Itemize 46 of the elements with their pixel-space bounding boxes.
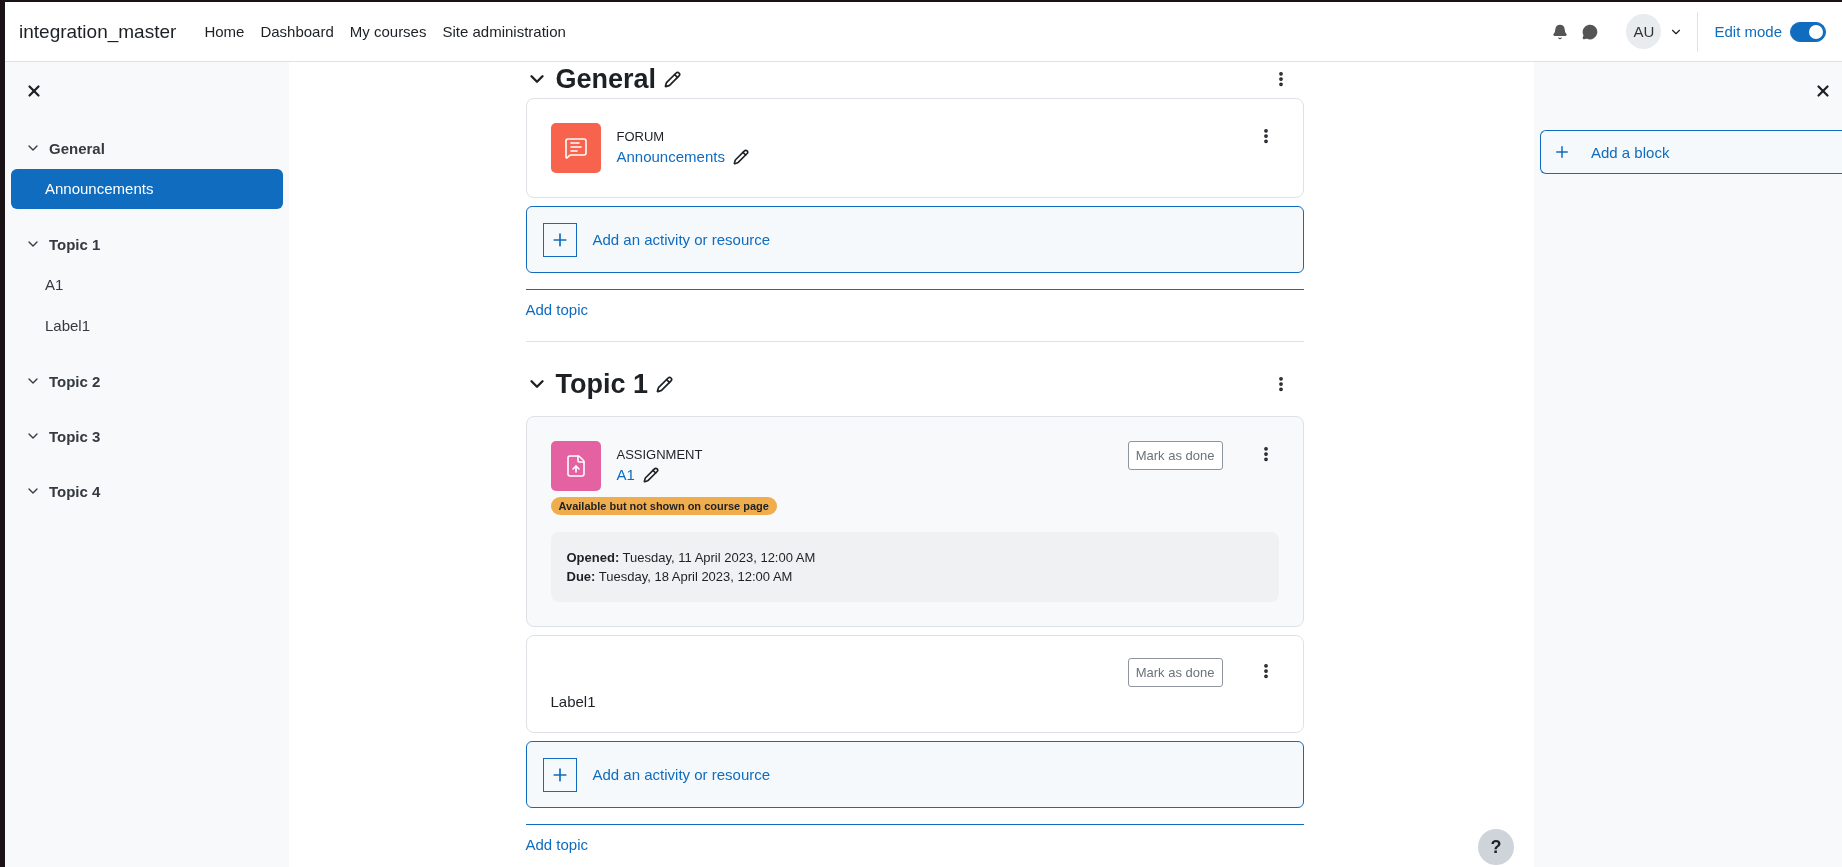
course-index-item[interactable]: Announcements	[11, 169, 283, 209]
label-text: Label1	[550, 693, 597, 710]
add-topic-link[interactable]: Add topic	[525, 301, 589, 318]
help-button[interactable]: ?	[1478, 829, 1514, 865]
section-title: Topic 1	[555, 368, 648, 400]
file-upload-icon	[550, 441, 601, 491]
activity-type: FORUM	[616, 129, 666, 144]
pencil-icon[interactable]	[642, 466, 659, 483]
course-index-section[interactable]: Topic 1	[11, 224, 283, 264]
close-icon[interactable]	[1814, 82, 1832, 100]
activity-link[interactable]: Announcements	[616, 148, 725, 165]
activity-type: ASSIGNMENT	[616, 447, 704, 462]
visibility-badge: Available but not shown on course page	[550, 497, 777, 515]
nav-link[interactable]: Dashboard	[260, 23, 334, 40]
pencil-icon[interactable]	[732, 148, 749, 165]
course-index-item[interactable]: Label1	[11, 306, 283, 346]
nav-link[interactable]: My courses	[349, 23, 427, 40]
section-title: General	[555, 63, 657, 95]
add-activity-button[interactable]: Add an activity or resource	[525, 206, 1304, 273]
plus-icon	[1553, 143, 1571, 161]
user-avatar[interactable]: AU	[1626, 14, 1662, 49]
nav-link[interactable]: Site administration	[442, 23, 566, 40]
activity-link[interactable]: A1	[616, 466, 635, 483]
course-index-section[interactable]: Topic 3	[11, 416, 283, 456]
course-index-section[interactable]: Topic 4	[11, 471, 283, 511]
plus-icon	[542, 757, 577, 792]
date-text: Due: Tuesday, 18 April 2023, 12:00 AM	[566, 569, 794, 584]
site-name[interactable]: integration_master	[19, 20, 177, 43]
chat-bubble-icon[interactable]	[1582, 23, 1599, 40]
add-activity-button[interactable]: Add an activity or resource	[525, 741, 1304, 808]
date-text: Opened: Tuesday, 11 April 2023, 12:00 AM	[566, 550, 817, 565]
edit-mode-switch[interactable]	[1790, 21, 1826, 42]
pencil-icon[interactable]	[656, 375, 673, 393]
edit-mode-label: Edit mode	[1714, 23, 1782, 40]
plus-icon	[542, 222, 577, 257]
course-index-section[interactable]: Topic 2	[11, 361, 283, 401]
nav-link[interactable]: Home	[204, 23, 245, 40]
pencil-icon[interactable]	[664, 70, 682, 88]
bell-icon[interactable]	[1552, 23, 1569, 40]
speech-bubble-icon	[550, 123, 601, 173]
mark-as-done-button[interactable]: Mark as done	[1127, 441, 1223, 470]
mark-as-done-button[interactable]: Mark as done	[1127, 658, 1223, 687]
course-index-section[interactable]: General	[11, 128, 283, 168]
add-topic-link[interactable]: Add topic	[525, 836, 589, 853]
course-index-item[interactable]: A1	[11, 265, 283, 305]
add-block-button[interactable]: Add a block	[1540, 130, 1842, 174]
